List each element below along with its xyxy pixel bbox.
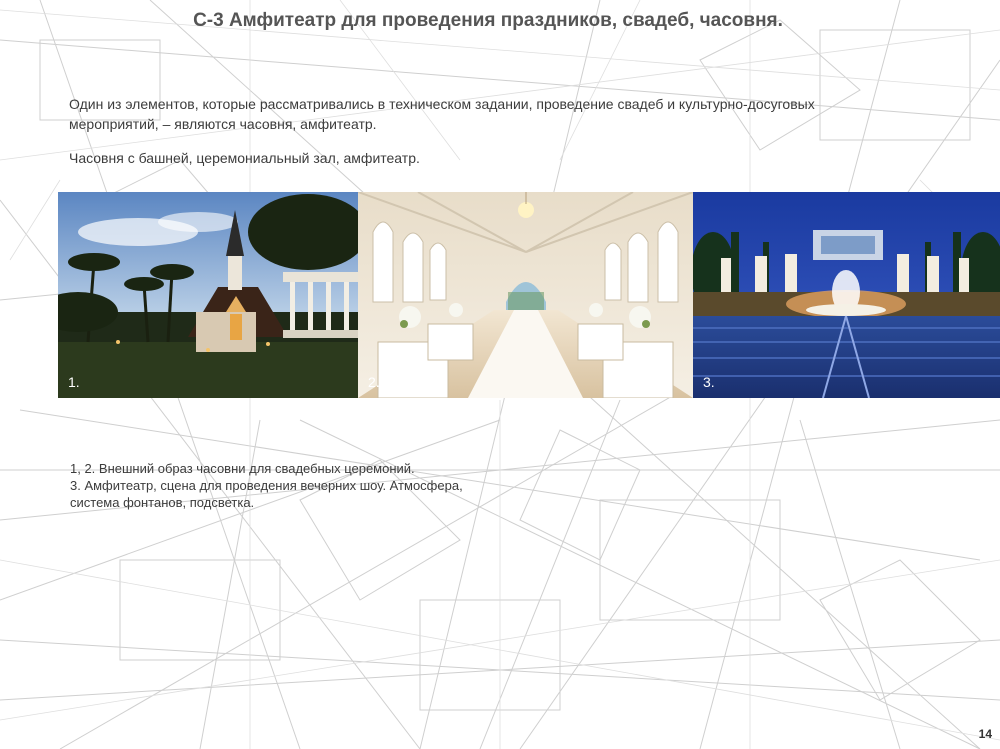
- amphitheater-illustration: [693, 192, 1000, 398]
- page-number: 14: [978, 727, 992, 741]
- photo-caption: 1, 2. Внешний образ часовни для свадебны…: [70, 460, 530, 511]
- photo-number: 1.: [68, 374, 80, 390]
- intro-paragraph: Один из элементов, которые рассматривали…: [69, 96, 815, 132]
- slide-title: С-3 Амфитеатр для проведения праздников,…: [193, 10, 783, 31]
- photo-number: 2.: [368, 374, 380, 390]
- photo-number: 3.: [703, 374, 715, 390]
- photo-strip: 1. 2. 3.: [58, 192, 1000, 398]
- caption-line-2: 3. Амфитеатр, сцена для проведения вечер…: [70, 478, 463, 510]
- ceremony-hall-interior-photo: 2.: [358, 192, 693, 398]
- ceremony-hall-illustration: [358, 192, 693, 398]
- subtitle-line: Часовня с башней, церемониальный зал, ам…: [69, 150, 420, 166]
- caption-line-1: 1, 2. Внешний образ часовни для свадебны…: [70, 461, 415, 476]
- chapel-exterior-illustration: [58, 192, 358, 398]
- chapel-exterior-photo: 1.: [58, 192, 358, 398]
- amphitheater-fountain-photo: 3.: [693, 192, 1000, 398]
